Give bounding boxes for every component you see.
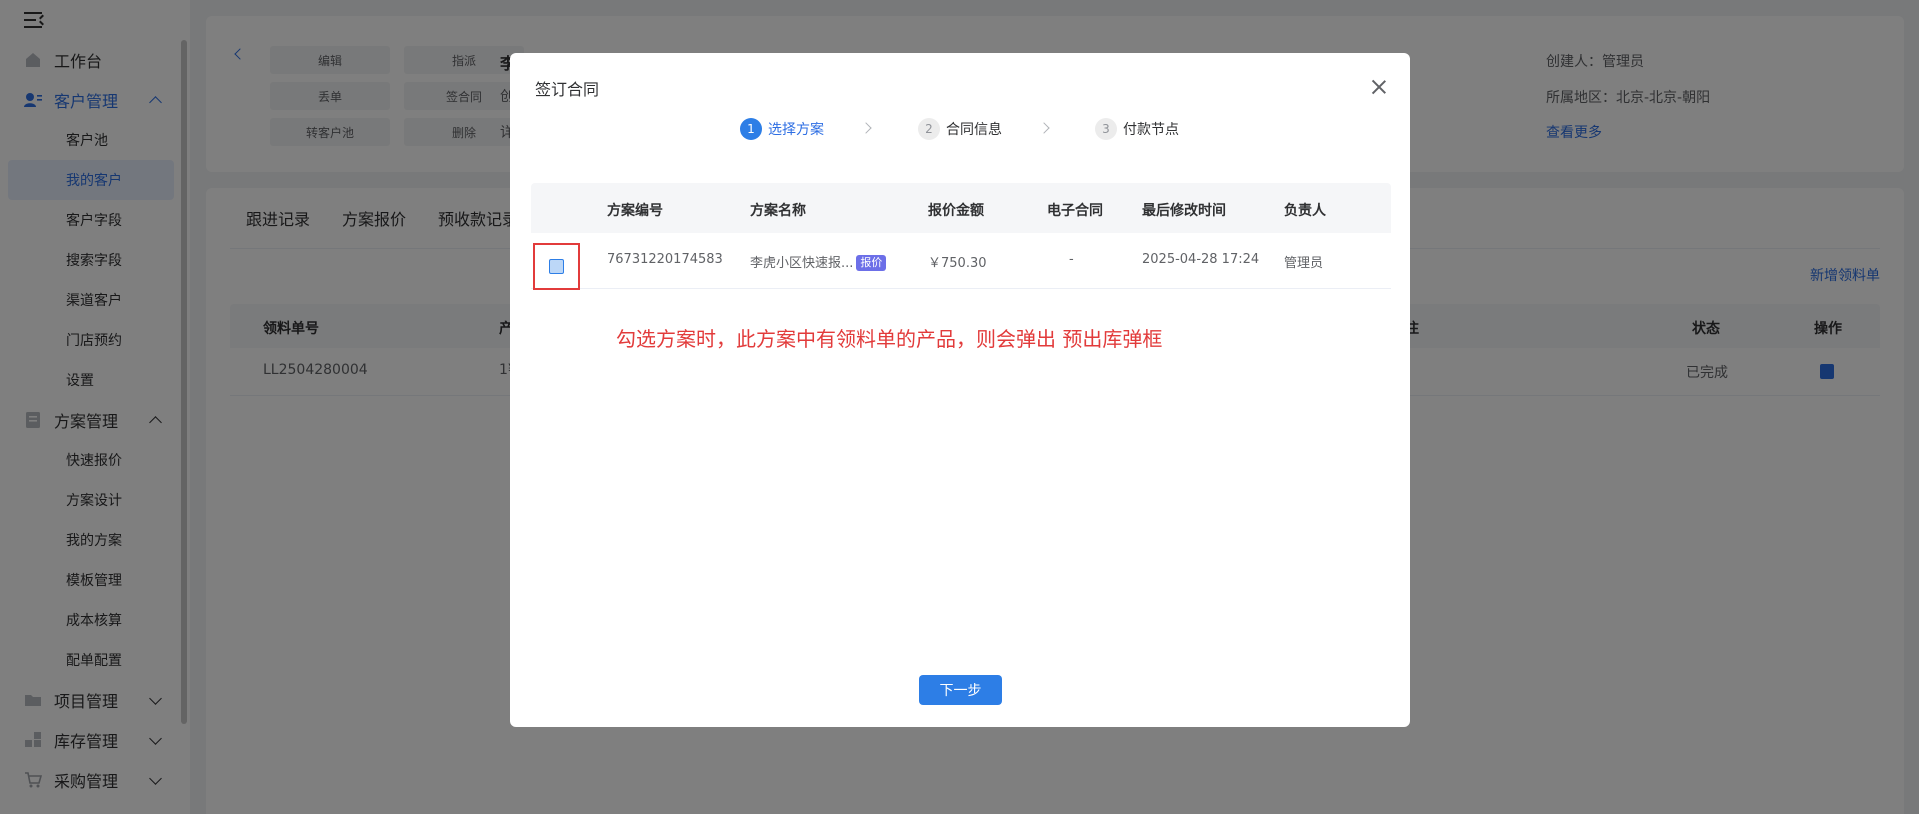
step-label: 合同信息 [946, 122, 1002, 138]
highlight-box [533, 243, 580, 290]
table-row[interactable]: 76731220174583 李虎小区快速报... 报价 ￥750.30 - 20… [531, 233, 1391, 289]
sign-contract-dialog: 签订合同 1 选择方案 2 合同信息 3 付款节点 方案编号 方案名称 报价金额… [510, 53, 1410, 727]
annotation-text: 勾选方案时，此方案中有领料单的产品，则会弹出 预出库弹框 [616, 327, 1163, 351]
select-plan-checkbox[interactable] [549, 259, 564, 274]
next-step-button[interactable]: 下一步 [919, 675, 1002, 705]
step-number: 2 [918, 118, 940, 140]
col-header-quote-amount: 报价金额 [928, 203, 984, 219]
cell-owner: 管理员 [1284, 256, 1324, 271]
col-header-modified: 最后修改时间 [1142, 203, 1226, 219]
chevron-right-icon [860, 122, 872, 134]
cell-plan-name: 李虎小区快速报... 报价 [750, 252, 887, 271]
step-select-plan[interactable]: 1 选择方案 [740, 118, 824, 140]
step-contract-info[interactable]: 2 合同信息 [918, 118, 1002, 140]
step-label: 选择方案 [768, 122, 824, 138]
plan-name-text: 李虎小区快速报... [750, 256, 854, 271]
step-number: 1 [740, 118, 762, 140]
step-label: 付款节点 [1123, 122, 1179, 138]
chevron-right-icon [1038, 122, 1050, 134]
cell-plan-code: 76731220174583 [607, 252, 723, 267]
plan-table-header: 方案编号 方案名称 报价金额 电子合同 最后修改时间 负责人 [531, 183, 1391, 233]
cell-econtract: - [1069, 252, 1074, 267]
cell-modified: 2025-04-28 17:24 [1142, 252, 1260, 267]
step-payment-nodes[interactable]: 3 付款节点 [1095, 118, 1179, 140]
step-number: 3 [1095, 118, 1117, 140]
dialog-title: 签订合同 [535, 80, 600, 99]
cell-quote-amount: ￥750.30 [928, 256, 987, 271]
col-header-owner: 负责人 [1284, 203, 1326, 219]
col-header-plan-name: 方案名称 [750, 203, 806, 219]
col-header-plan-code: 方案编号 [607, 203, 663, 219]
col-header-econtract: 电子合同 [1047, 203, 1103, 219]
quote-tag: 报价 [856, 255, 887, 271]
close-icon[interactable] [1372, 80, 1386, 94]
